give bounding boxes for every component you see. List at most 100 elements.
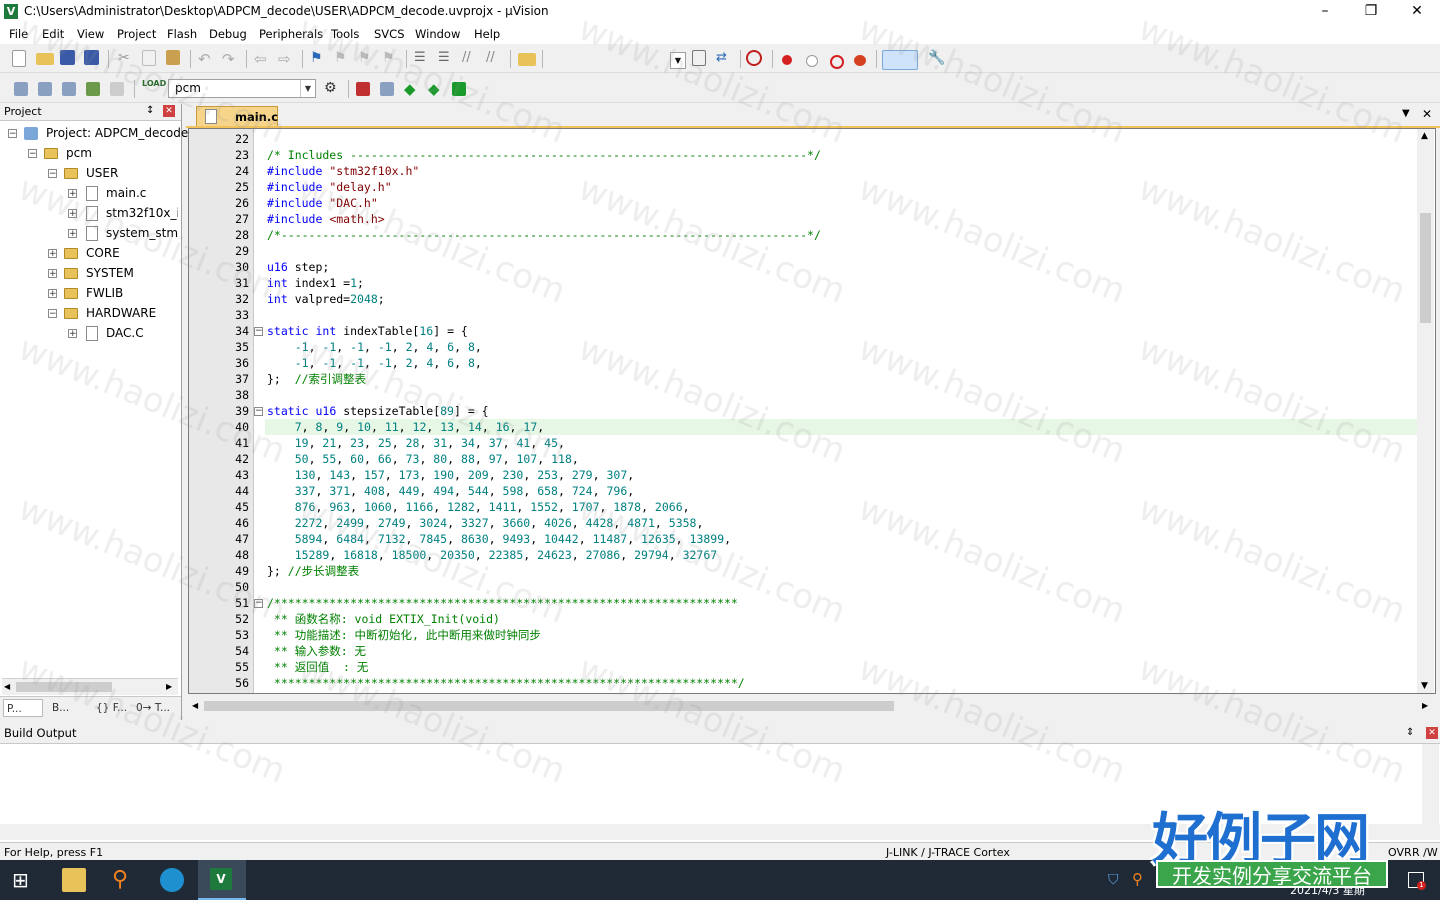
tree-item-core[interactable]: + CORE [0,244,181,264]
edge-browser-icon[interactable] [160,868,184,892]
tree-item-hardware[interactable]: − HARDWARE [0,304,181,324]
scrollbar-thumb[interactable] [1420,213,1431,323]
rebuild-icon[interactable] [62,82,76,96]
cmsis-config-icon[interactable] [452,82,466,96]
project-horizontal-scrollbar[interactable]: ◀ ▶ [2,678,178,695]
fold-toggle-icon[interactable]: − [254,407,263,416]
tab-main-c[interactable]: main.c [196,106,278,126]
save-all-icon[interactable] [84,50,99,65]
tree-item-project[interactable]: − Project: ADPCM_decode [0,124,188,144]
unindent-icon[interactable]: ☰ [438,50,456,68]
scroll-down-icon[interactable]: ▼ [1421,681,1428,691]
editor-vertical-scrollbar[interactable]: ▲ ▼ [1417,129,1434,693]
scrollbar-thumb[interactable] [204,701,894,711]
expand-icon[interactable]: + [68,229,77,239]
collapse-icon[interactable]: − [48,169,57,179]
pack-installer-icon[interactable]: ◆ [404,80,422,98]
redo-icon[interactable]: ↷ [222,50,240,68]
find-combo-dropdown[interactable]: ▼ [670,52,686,69]
kill-breakpoints-icon[interactable] [854,55,866,66]
window-layout-icon[interactable] [882,50,918,70]
new-file-icon[interactable] [12,50,26,67]
next-bookmark-icon[interactable]: ⚑ [358,50,376,68]
tree-item-target-pcm[interactable]: − pcm [0,144,181,164]
editor-horizontal-scrollbar[interactable]: ◀ ▶ [188,698,1436,714]
collapse-icon[interactable]: − [8,129,17,139]
expand-icon[interactable]: + [68,209,77,219]
cut-icon[interactable]: ✂ [118,50,136,68]
tree-item-system-stm32[interactable]: + system_stm32f10x.c [0,224,178,244]
scrollbar-thumb[interactable] [16,682,112,692]
menu-project[interactable]: Project [117,27,156,41]
indent-icon[interactable]: ☰ [414,50,432,68]
collapse-icon[interactable]: − [48,309,57,319]
bookmark-icon[interactable]: ⚑ [310,50,328,68]
pin-icon[interactable]: ↕ [146,105,154,116]
notification-icon[interactable]: 1 [1408,872,1426,890]
expand-icon[interactable]: + [68,329,77,339]
tree-item-user[interactable]: − USER [0,164,181,184]
menu-window[interactable]: Window [415,27,460,41]
menu-debug[interactable]: Debug [209,27,247,41]
navigate-back-icon[interactable]: ⇦ [254,50,272,68]
tab-templates[interactable]: 0→ T... [134,699,180,717]
save-icon[interactable] [60,50,75,65]
manage-project-items-icon[interactable] [356,82,370,96]
select-packs-icon[interactable] [380,82,394,96]
expand-icon[interactable]: + [48,289,57,299]
uncomment-icon[interactable]: // [486,50,504,68]
menu-help[interactable]: Help [474,27,500,41]
menu-flash[interactable]: Flash [167,27,197,41]
batch-build-icon[interactable] [86,82,100,96]
copy-icon[interactable] [142,50,156,66]
find-in-files-icon[interactable] [518,53,536,66]
build-vertical-scrollbar[interactable] [1422,744,1439,824]
fold-toggle-icon[interactable]: − [254,599,263,608]
close-tab-icon[interactable]: ✕ [1422,107,1432,121]
scroll-left-icon[interactable]: ◀ [192,701,198,710]
close-panel-icon[interactable]: ✕ [163,105,175,117]
scroll-right-icon[interactable]: ▶ [166,682,172,691]
insert-breakpoint-icon[interactable] [782,55,792,65]
close-panel-icon[interactable]: ✕ [1426,727,1438,739]
file-explorer-icon[interactable] [62,868,86,892]
translate-icon[interactable] [14,82,28,96]
find-icon[interactable] [692,50,706,66]
uvision-taskbar-button[interactable]: V [198,860,246,900]
open-folder-icon[interactable] [36,53,54,65]
enable-breakpoint-icon[interactable] [806,55,818,67]
tree-item-main-c[interactable]: + main.c [0,184,181,204]
target-options-icon[interactable]: ⚙ [324,80,342,98]
menu-edit[interactable]: Edit [42,27,64,41]
configure-icon[interactable]: 🔧 [928,50,946,68]
prev-bookmark-icon[interactable]: ⚑ [334,50,352,68]
debug-session-icon[interactable] [746,50,762,66]
scroll-up-icon[interactable]: ▲ [1421,131,1428,141]
paste-icon[interactable] [166,50,180,65]
navigate-forward-icon[interactable]: ⇨ [278,50,296,68]
search-icon[interactable]: ⚲ [112,868,136,892]
tab-functions[interactable]: {} F... [92,699,136,717]
stop-build-icon[interactable] [110,82,124,96]
expand-icon[interactable]: + [48,269,57,279]
expand-icon[interactable]: + [68,189,77,199]
undo-icon[interactable]: ↶ [198,50,216,68]
security-shield-icon[interactable]: ⛉ [1108,872,1119,888]
menu-peripherals[interactable]: Peripherals [259,27,323,41]
menu-view[interactable]: View [77,27,104,41]
menu-tools[interactable]: Tools [331,27,359,41]
tree-item-system[interactable]: + SYSTEM [0,264,181,284]
collapse-icon[interactable]: − [28,149,37,159]
menu-svcs[interactable]: SVCS [374,27,405,41]
incremental-find-icon[interactable]: ⇄ [716,50,734,68]
scroll-left-icon[interactable]: ◀ [4,682,10,691]
tab-books[interactable]: B... [48,699,92,717]
tray-search-icon[interactable]: ⚲ [1132,870,1143,888]
download-load-icon[interactable]: LOAD [142,80,166,98]
windows-start-icon[interactable]: ⊞ [12,868,36,892]
target-select[interactable]: pcm ▼ [168,79,316,98]
tree-item-fwlib[interactable]: + FWLIB [0,284,181,304]
build-icon[interactable] [38,82,52,96]
disable-breakpoints-icon[interactable] [830,55,844,69]
comment-icon[interactable]: // [462,50,480,68]
